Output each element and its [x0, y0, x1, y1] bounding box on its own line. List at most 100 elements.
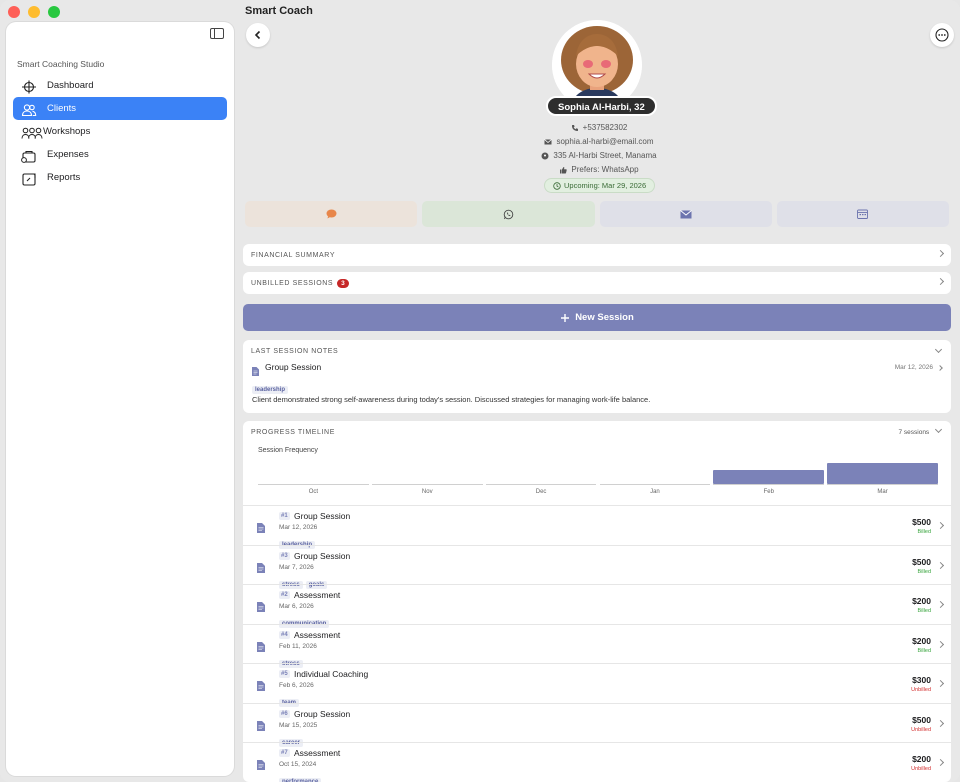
table-row[interactable]: #7 Assessment Oct 15, 2024 performance $…	[243, 742, 951, 782]
session-amount: $500	[912, 714, 931, 725]
session-date: Mar 7, 2026	[279, 563, 314, 571]
chart-x-tick-label: Dec	[535, 489, 547, 495]
sidebar-item-dashboard[interactable]: Dashboard	[13, 74, 227, 97]
chat-bubble-icon	[326, 209, 337, 219]
document-icon	[257, 678, 265, 696]
notes-title: LAST SESSION NOTES	[251, 347, 339, 355]
unbilled-sessions-title: UNBILLED SESSIONS	[251, 279, 334, 287]
more-options-button[interactable]	[930, 23, 954, 47]
location-pin-icon	[541, 152, 549, 159]
chart-bar	[713, 470, 825, 484]
billing-status: Billed	[917, 608, 931, 614]
table-row[interactable]: #6 Group Session Mar 15, 2025 career $50…	[243, 702, 951, 747]
back-button[interactable]	[246, 23, 270, 47]
session-date: Mar 15, 2025	[279, 721, 318, 729]
sidebar-item-label: Clients	[47, 103, 77, 114]
unbilled-sessions-card[interactable]: UNBILLED SESSIONS 3	[243, 272, 951, 294]
client-phone[interactable]: +537582302	[238, 123, 960, 132]
table-row[interactable]: #2 Assessment Mar 6, 2026 communication …	[243, 584, 951, 628]
zoom-window-button[interactable]	[48, 6, 60, 18]
session-number: #5	[279, 670, 290, 678]
billing-status: Unbilled	[911, 766, 931, 772]
sidebar-item-label: Reports	[47, 172, 81, 183]
table-row[interactable]: #4 Assessment Feb 11, 2026 stress $200 B…	[243, 623, 951, 668]
chart-bar-slot	[827, 445, 938, 485]
wallet-icon	[21, 149, 37, 163]
whatsapp-button[interactable]	[422, 201, 595, 227]
chevron-right-icon[interactable]	[937, 365, 943, 371]
sidebar-item-clients[interactable]: Clients	[13, 97, 227, 120]
table-row[interactable]: #3 Group Session Mar 7, 2026 stress goals…	[243, 544, 951, 589]
session-amount: $500	[912, 517, 931, 527]
document-icon	[257, 718, 265, 736]
chart-x-tick-label: Feb	[763, 489, 774, 495]
session-number: #3	[279, 551, 290, 560]
chart-bar-slot	[371, 445, 483, 485]
chevron-right-icon	[936, 758, 945, 767]
sidebar-toggle-icon[interactable]	[210, 28, 224, 39]
session-number: #2	[279, 591, 290, 599]
unbilled-count-badge: 3	[337, 278, 349, 288]
chevron-right-icon	[936, 249, 945, 258]
phone-icon	[571, 124, 578, 131]
session-date: Mar 12, 2026	[279, 524, 318, 531]
chart-x-tick-label: Nov	[421, 489, 433, 495]
financial-summary-card[interactable]: FINANCIAL SUMMARY	[243, 244, 951, 266]
session-title: Group Session	[294, 550, 351, 561]
billing-status: Unbilled	[911, 726, 931, 733]
calendar-button[interactable]	[776, 201, 949, 227]
document-icon	[257, 560, 265, 578]
session-title: Assessment	[294, 590, 341, 600]
chart-bar-slot	[485, 445, 597, 485]
sidebar-item-reports[interactable]: Reports	[13, 166, 227, 189]
progress-timeline-card: PROGRESS TIMELINE 7 sessions Session Fre…	[243, 421, 951, 782]
clock-icon	[553, 181, 561, 190]
people-icon	[21, 103, 37, 116]
document-icon	[257, 599, 265, 617]
billing-status: Unbilled	[911, 687, 931, 693]
envelope-icon	[679, 209, 692, 218]
session-amount: $200	[912, 596, 931, 606]
chevron-down-icon[interactable]	[934, 345, 943, 354]
email-button[interactable]	[599, 201, 772, 227]
close-window-button[interactable]	[8, 6, 20, 18]
message-button[interactable]	[245, 201, 418, 227]
chevron-right-icon	[936, 561, 945, 569]
upcoming-session-badge[interactable]: Upcoming: Mar 29, 2026	[544, 178, 656, 193]
chart-bar-slot	[599, 445, 711, 485]
chevron-right-icon	[936, 521, 945, 530]
timeline-title: PROGRESS TIMELINE	[251, 428, 335, 436]
whatsapp-icon	[503, 209, 514, 219]
new-session-button[interactable]: New Session	[243, 304, 951, 331]
client-email[interactable]: sophia.al-harbi@email.com	[238, 137, 960, 146]
session-date: Feb 6, 2026	[279, 682, 314, 689]
report-icon	[21, 172, 37, 186]
session-count-toggle[interactable]: 7 sessions	[898, 425, 943, 436]
table-row[interactable]: #1 Group Session Mar 12, 2026 leadership…	[243, 505, 951, 549]
group-icon	[21, 126, 43, 139]
sidebar-item-workshops[interactable]: Workshops	[13, 120, 227, 143]
client-address[interactable]: 335 Al-Harbi Street, Manama	[238, 151, 960, 160]
sidebar-item-label: Workshops	[43, 126, 91, 137]
contact-actions	[245, 201, 949, 227]
session-amount: $500	[912, 556, 931, 567]
session-number: #4	[279, 630, 290, 639]
session-number: #7	[279, 749, 290, 757]
sidebar-item-expenses[interactable]: Expenses	[13, 143, 227, 166]
session-number: #1	[279, 512, 290, 520]
sidebar-nav: Dashboard Clients Workshops Expenses Rep…	[13, 74, 227, 189]
note-date: Mar 12, 2026	[894, 364, 933, 371]
document-icon	[257, 520, 265, 538]
session-tag: performance	[279, 778, 322, 782]
session-amount: $200	[912, 754, 931, 764]
last-session-notes-card: LAST SESSION NOTES Group Session Mar 12,…	[243, 340, 951, 413]
minimize-window-button[interactable]	[28, 6, 40, 18]
window-controls	[8, 6, 60, 18]
document-icon	[257, 757, 265, 775]
table-row[interactable]: #5 Individual Coaching Feb 6, 2026 team …	[243, 663, 951, 707]
ellipsis-circle-icon	[935, 28, 949, 42]
chevron-left-icon	[254, 30, 261, 40]
billing-status: Billed	[917, 529, 931, 535]
session-amount: $300	[912, 675, 931, 685]
chart-x-tick-label: Oct	[308, 489, 319, 495]
